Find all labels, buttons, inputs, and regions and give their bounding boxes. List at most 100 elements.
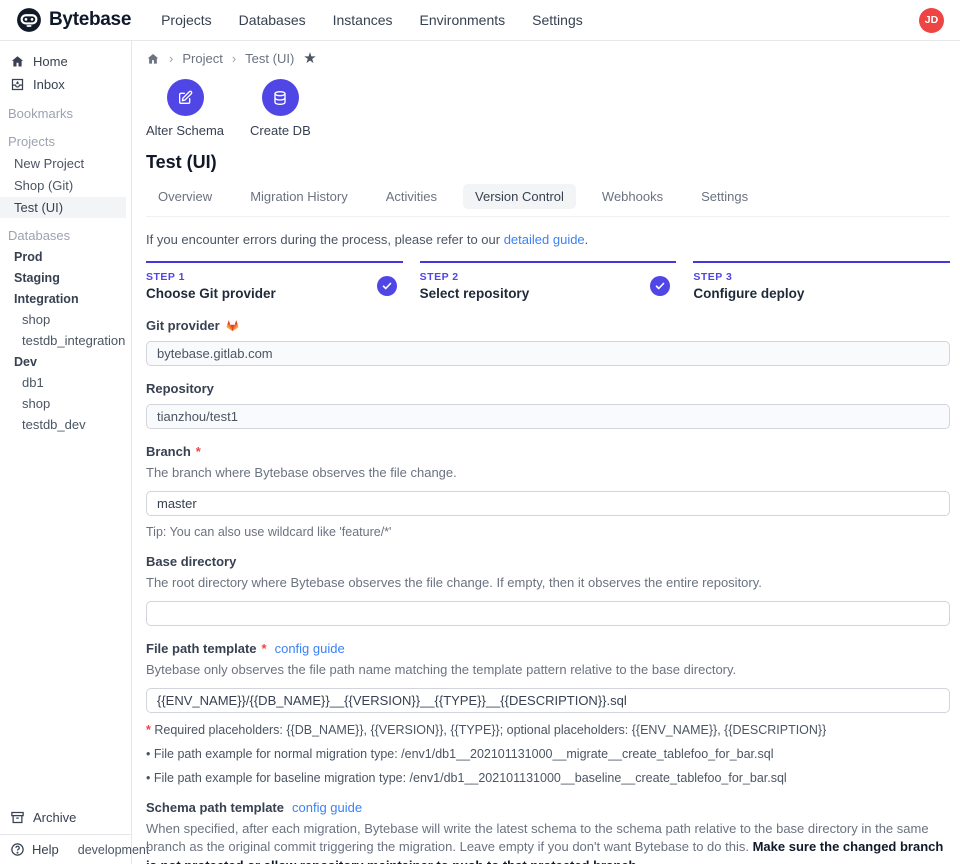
repository-label: Repository bbox=[146, 381, 214, 396]
info-text: If you encounter errors during the proce… bbox=[146, 232, 504, 247]
sidebar: Home Inbox Bookmarks Projects New Projec… bbox=[0, 41, 132, 864]
version-control-panel: If you encounter errors during the proce… bbox=[146, 217, 950, 864]
sidebar-help-row: Help development bbox=[0, 835, 131, 864]
breadcrumb: › Project › Test (UI) ★ bbox=[146, 51, 950, 66]
tab-webhooks[interactable]: Webhooks bbox=[590, 184, 675, 209]
user-avatar[interactable]: JD bbox=[919, 8, 944, 33]
sidebar-item-new-project[interactable]: New Project bbox=[0, 153, 131, 174]
base-directory-field: Base directory The root directory where … bbox=[146, 554, 950, 626]
edit-icon bbox=[167, 79, 204, 116]
step-1: STEP 1 Choose Git provider bbox=[146, 261, 403, 301]
app-name: Bytebase bbox=[49, 9, 131, 31]
database-icon bbox=[262, 79, 299, 116]
breadcrumb-home-icon[interactable] bbox=[146, 52, 160, 66]
tab-activities[interactable]: Activities bbox=[374, 184, 449, 209]
file-path-help-text: Bytebase only observes the file path nam… bbox=[146, 661, 950, 680]
step-complete-check-icon bbox=[377, 276, 397, 296]
archive-icon bbox=[10, 810, 25, 825]
step-2: STEP 2 Select repository bbox=[420, 261, 677, 301]
step-title: Configure deploy bbox=[693, 286, 804, 301]
branch-tip-text: Tip: You can also use wildcard like 'fea… bbox=[146, 525, 950, 539]
help-icon[interactable] bbox=[10, 842, 25, 857]
detailed-guide-link[interactable]: detailed guide bbox=[504, 232, 585, 247]
top-navbar: Bytebase Projects Databases Instances En… bbox=[0, 0, 960, 41]
setup-steps: STEP 1 Choose Git provider STEP 2 Select… bbox=[146, 261, 950, 301]
git-provider-field: Git provider bbox=[146, 318, 950, 366]
tab-migration-history[interactable]: Migration History bbox=[238, 184, 360, 209]
nav-environments[interactable]: Environments bbox=[420, 12, 506, 28]
sidebar-item-label: Archive bbox=[33, 810, 76, 825]
note-text: Required placeholders: {{DB_NAME}}, {{VE… bbox=[151, 723, 826, 737]
sidebar-section-bookmarks: Bookmarks bbox=[0, 101, 131, 124]
breadcrumb-project[interactable]: Project bbox=[182, 51, 222, 66]
sidebar-item-shop-git[interactable]: Shop (Git) bbox=[0, 175, 131, 196]
inbox-icon bbox=[10, 77, 25, 92]
nav-projects[interactable]: Projects bbox=[161, 12, 212, 28]
tab-bar: Overview Migration History Activities Ve… bbox=[146, 184, 950, 217]
sidebar-item-label: Home bbox=[33, 54, 68, 69]
sidebar-db-shop-integration[interactable]: shop bbox=[0, 309, 131, 330]
sidebar-db-db1[interactable]: db1 bbox=[0, 372, 131, 393]
step-complete-check-icon bbox=[650, 276, 670, 296]
page-title: Test (UI) bbox=[146, 152, 950, 173]
sidebar-item-archive[interactable]: Archive bbox=[0, 806, 131, 834]
sidebar-item-label: Inbox bbox=[33, 77, 65, 92]
git-provider-input bbox=[146, 341, 950, 366]
file-path-template-field: File path template * config guide Byteba… bbox=[146, 641, 950, 785]
sidebar-db-shop-dev[interactable]: shop bbox=[0, 393, 131, 414]
configure-deploy-form: Git provider bbox=[146, 318, 950, 864]
base-directory-label: Base directory bbox=[146, 554, 236, 569]
step-label: STEP 1 bbox=[146, 271, 276, 283]
create-db-button[interactable]: Create DB bbox=[250, 79, 311, 138]
quick-actions: Alter Schema Create DB bbox=[146, 79, 950, 138]
base-directory-input[interactable] bbox=[146, 601, 950, 626]
file-path-example-baseline: • File path example for baseline migrati… bbox=[146, 771, 950, 785]
nav-settings[interactable]: Settings bbox=[532, 12, 583, 28]
repository-input bbox=[146, 404, 950, 429]
sidebar-section-databases: Databases bbox=[0, 223, 131, 246]
gitlab-icon bbox=[225, 318, 240, 333]
step-label: STEP 3 bbox=[693, 271, 804, 283]
branch-help-text: The branch where Bytebase observes the f… bbox=[146, 464, 950, 483]
sidebar-db-testdb-integration[interactable]: testdb_integration bbox=[0, 330, 131, 351]
info-text-suffix: . bbox=[585, 232, 589, 247]
step-3: STEP 3 Configure deploy bbox=[693, 261, 950, 301]
tab-version-control[interactable]: Version Control bbox=[463, 184, 576, 209]
error-help-text: If you encounter errors during the proce… bbox=[146, 232, 950, 247]
sidebar-item-home[interactable]: Home bbox=[0, 50, 131, 73]
sidebar-env-dev[interactable]: Dev bbox=[0, 351, 131, 372]
breadcrumb-current: Test (UI) bbox=[245, 51, 294, 66]
bookmark-star-icon[interactable]: ★ bbox=[303, 51, 316, 66]
nav-databases[interactable]: Databases bbox=[239, 12, 306, 28]
git-provider-label: Git provider bbox=[146, 318, 220, 333]
bytebase-logo[interactable]: Bytebase bbox=[16, 7, 131, 33]
home-icon bbox=[10, 54, 25, 69]
main-content: › Project › Test (UI) ★ Alter Schema bbox=[132, 41, 960, 864]
sidebar-env-integration[interactable]: Integration bbox=[0, 288, 131, 309]
tab-settings[interactable]: Settings bbox=[689, 184, 760, 209]
file-path-template-label: File path template bbox=[146, 641, 257, 656]
file-path-config-guide-link[interactable]: config guide bbox=[275, 641, 345, 656]
breadcrumb-separator: › bbox=[232, 51, 236, 66]
branch-label: Branch bbox=[146, 444, 191, 459]
file-path-example-normal: • File path example for normal migration… bbox=[146, 747, 950, 761]
help-label[interactable]: Help bbox=[32, 842, 59, 857]
breadcrumb-separator: › bbox=[169, 51, 173, 66]
sidebar-item-test-ui[interactable]: Test (UI) bbox=[0, 197, 126, 218]
sidebar-section-projects: Projects bbox=[0, 129, 131, 152]
sidebar-env-staging[interactable]: Staging bbox=[0, 267, 131, 288]
schema-path-template-field: Schema path template config guide When s… bbox=[146, 800, 950, 864]
nav-instances[interactable]: Instances bbox=[333, 12, 393, 28]
step-title: Select repository bbox=[420, 286, 530, 301]
alter-schema-button[interactable]: Alter Schema bbox=[146, 79, 224, 138]
sidebar-db-testdb-dev[interactable]: testdb_dev bbox=[0, 414, 131, 435]
schema-path-config-guide-link[interactable]: config guide bbox=[292, 800, 362, 815]
sidebar-env-prod[interactable]: Prod bbox=[0, 246, 131, 267]
quick-action-label: Alter Schema bbox=[146, 123, 224, 138]
required-asterisk: * bbox=[196, 444, 201, 459]
file-path-template-input[interactable] bbox=[146, 688, 950, 713]
tab-overview[interactable]: Overview bbox=[146, 184, 224, 209]
schema-path-help-text: When specified, after each migration, By… bbox=[146, 820, 950, 864]
sidebar-item-inbox[interactable]: Inbox bbox=[0, 73, 131, 96]
branch-input[interactable] bbox=[146, 491, 950, 516]
